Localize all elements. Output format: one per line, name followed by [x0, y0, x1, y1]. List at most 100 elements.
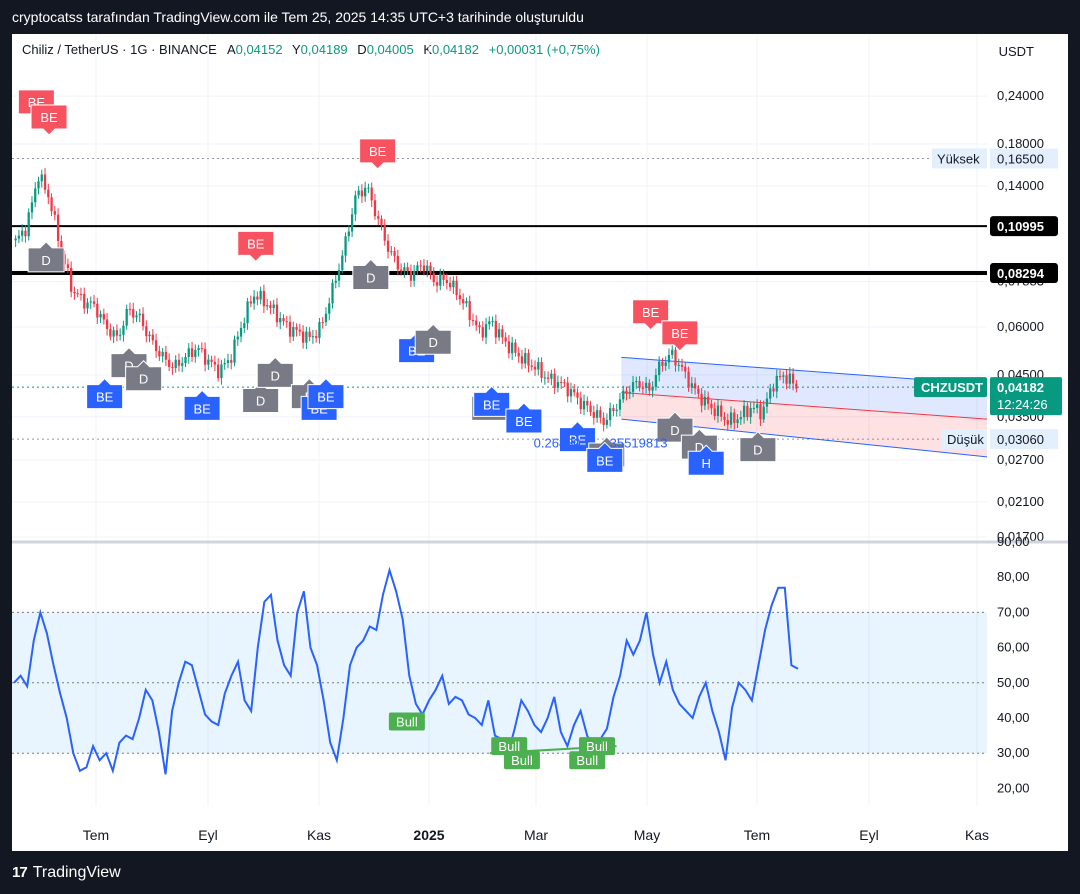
candle-body: [569, 389, 573, 397]
candle-body: [432, 273, 435, 283]
rsi-tick-label: 30,00: [997, 745, 1030, 760]
candle-body: [367, 187, 370, 189]
candle-body: [448, 283, 452, 288]
candle-body: [478, 325, 481, 328]
candle-body: [720, 405, 723, 417]
candle-body: [360, 190, 364, 197]
candle-body: [171, 366, 174, 368]
candle-body: [736, 419, 739, 424]
candle-body: [315, 336, 318, 338]
tradingview-logo[interactable]: 17 TradingView: [12, 864, 121, 882]
chart-canvas[interactable]: 0,240000,180000,140000,084420,078830,060…: [12, 34, 1068, 851]
level-price-tag-text: 0,08294: [997, 266, 1045, 281]
candle-body: [625, 390, 628, 394]
candle-body: [507, 341, 511, 354]
candle-body: [96, 303, 99, 318]
fib-level-text: 35519813: [610, 436, 668, 451]
candle-body: [782, 375, 785, 377]
rsi-tick-label: 80,00: [997, 569, 1030, 584]
time-tick-label: Kas: [307, 827, 331, 843]
time-tick-label: Tem: [83, 827, 109, 843]
candle-body: [563, 382, 566, 384]
candle-body: [37, 181, 40, 189]
candle-body: [17, 235, 21, 239]
rsi-tick-label: 40,00: [997, 710, 1030, 725]
candle-body: [233, 339, 236, 363]
bull-label: Bull: [586, 739, 608, 754]
candle-body: [194, 350, 197, 357]
candle-body: [220, 364, 223, 379]
candle-body: [373, 200, 377, 217]
candle-body: [321, 322, 324, 324]
candle-body: [543, 377, 546, 379]
candle-body: [168, 359, 171, 367]
candle-body: [292, 327, 295, 337]
candle-body: [641, 387, 644, 389]
candle-body: [21, 230, 24, 236]
tradingview-brand: TradingView: [32, 863, 121, 881]
candle-body: [230, 360, 233, 363]
candle-body: [112, 330, 115, 337]
candle-body: [122, 325, 125, 335]
candle-body: [239, 328, 243, 337]
candle-body: [576, 392, 579, 398]
low-value: 0,03060: [997, 432, 1044, 447]
signal-marker-label: D: [271, 368, 280, 383]
time-tick-label: Eyl: [198, 827, 217, 843]
candle-body: [419, 265, 422, 267]
chart-panel: Chiliz / TetherUS · 1G · BINANCE A0,0415…: [12, 34, 1068, 851]
time-tick-label: May: [634, 827, 660, 843]
candle-body: [125, 308, 128, 326]
candle-body: [658, 361, 661, 376]
candle-body: [752, 407, 756, 409]
candle-body: [24, 230, 27, 237]
candle-body: [181, 363, 184, 366]
candle-body: [749, 408, 752, 418]
candle-body: [141, 313, 145, 327]
candle-body: [426, 265, 429, 271]
candle-body: [677, 364, 680, 366]
candle-body: [517, 352, 520, 357]
low-label: Düşük: [947, 432, 984, 447]
candle-body: [154, 340, 158, 352]
tradingview-mark-icon: 17: [12, 864, 28, 881]
candle-body: [475, 320, 478, 326]
candle-body: [305, 331, 308, 343]
candle-body: [778, 376, 782, 378]
candle-body: [533, 366, 537, 370]
candle-body: [34, 188, 37, 203]
rsi-tick-label: 70,00: [997, 604, 1030, 619]
signal-marker-label: D: [429, 335, 438, 350]
candle-body: [628, 391, 631, 394]
candle-body: [769, 388, 772, 399]
chart-caption: cryptocatss tarafından TradingView.com i…: [12, 9, 584, 25]
candle-body: [295, 327, 298, 330]
time-tick-label: Mar: [524, 827, 548, 843]
signal-marker-label: BE: [193, 401, 211, 416]
candle-body: [399, 269, 403, 271]
candle-body: [693, 383, 697, 389]
candle-body: [27, 212, 30, 237]
candle-body: [795, 383, 798, 389]
level-price-tag-text: 0,10995: [997, 219, 1044, 234]
candle-body: [53, 211, 56, 215]
price-tick-label: 0,14000: [997, 178, 1044, 193]
candle-body: [138, 313, 141, 316]
candle-body: [612, 408, 615, 412]
candle-body: [667, 354, 671, 363]
candle-body: [311, 336, 315, 338]
candle-body: [452, 280, 455, 288]
candle-body: [527, 353, 530, 366]
candle-body: [481, 327, 484, 338]
candle-body: [674, 349, 677, 366]
candle-body: [217, 364, 220, 379]
candle-body: [589, 405, 592, 413]
candle-body: [301, 331, 305, 343]
candle-body: [703, 396, 707, 406]
candle-body: [422, 265, 426, 271]
candle-body: [442, 273, 445, 280]
candle-body: [550, 373, 553, 379]
time-tick-label: Tem: [744, 827, 770, 843]
candle-body: [203, 348, 207, 365]
candle-body: [390, 251, 393, 253]
